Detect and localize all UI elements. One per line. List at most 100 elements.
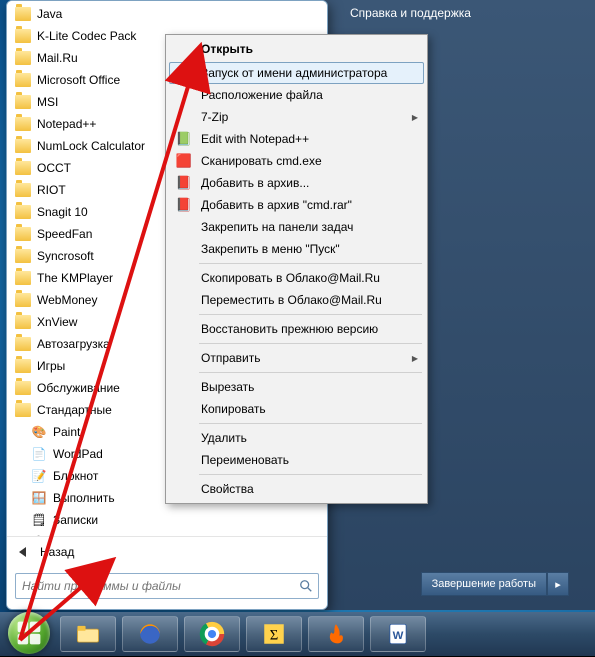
program-label: Java bbox=[37, 7, 62, 21]
shutdown-button[interactable]: Завершение работы bbox=[421, 572, 547, 596]
context-menu-label: Запуск от имени администратора bbox=[201, 66, 387, 80]
context-menu-title: Открыть bbox=[169, 38, 424, 62]
context-menu-icon: 📕 bbox=[175, 196, 193, 214]
program-label: Notepad++ bbox=[37, 117, 96, 131]
program-label: Автозагрузка bbox=[37, 337, 110, 351]
context-menu-separator bbox=[199, 263, 422, 264]
search-box[interactable] bbox=[15, 573, 319, 599]
app-icon: 🗒 bbox=[31, 512, 47, 528]
back-arrow-icon bbox=[19, 547, 26, 557]
search-icon bbox=[294, 579, 318, 593]
program-label: Записки bbox=[53, 513, 98, 527]
folder-icon bbox=[15, 293, 31, 307]
context-menu-item[interactable]: Расположение файла bbox=[169, 84, 424, 106]
shutdown-options-button[interactable]: ▸ bbox=[547, 572, 569, 596]
context-menu-item[interactable]: 7-Zip bbox=[169, 106, 424, 128]
folder-icon bbox=[15, 403, 31, 417]
help-link[interactable]: Справка и поддержка bbox=[350, 6, 471, 20]
context-menu-label: Расположение файла bbox=[201, 88, 323, 102]
folder-icon bbox=[15, 95, 31, 109]
context-menu-label: Сканировать cmd.exe bbox=[201, 154, 322, 168]
folder-icon bbox=[15, 315, 31, 329]
context-menu-label: Отправить bbox=[201, 351, 261, 365]
svg-text:Σ: Σ bbox=[270, 628, 279, 644]
context-menu-separator bbox=[199, 423, 422, 424]
context-menu-icon: 📕 bbox=[175, 174, 193, 192]
context-menu-item[interactable]: Переименовать bbox=[169, 449, 424, 471]
folder-icon bbox=[15, 7, 31, 21]
context-menu-label: Добавить в архив... bbox=[201, 176, 309, 190]
context-menu-item[interactable]: Копировать bbox=[169, 398, 424, 420]
taskbar-app-flame[interactable] bbox=[308, 616, 364, 652]
program-label: K-Lite Codec Pack bbox=[37, 29, 136, 43]
taskbar[interactable]: Σ W bbox=[0, 612, 595, 656]
context-menu-item[interactable]: 🟥Сканировать cmd.exe bbox=[169, 150, 424, 172]
context-menu-icon: 📗 bbox=[175, 130, 193, 148]
context-menu-label: Копировать bbox=[201, 402, 266, 416]
program-label: Блокнот bbox=[53, 469, 98, 483]
context-menu-item[interactable]: Восстановить прежнюю версию bbox=[169, 318, 424, 340]
context-menu-icon: 🛡 bbox=[176, 64, 194, 82]
context-menu-item[interactable]: 📕 Добавить в архив... bbox=[169, 172, 424, 194]
program-label: Paint bbox=[53, 425, 80, 439]
program-label: WebMoney bbox=[37, 293, 97, 307]
taskbar-app-firefox[interactable] bbox=[122, 616, 178, 652]
folder-icon bbox=[15, 139, 31, 153]
back-label: Назад bbox=[40, 545, 74, 559]
context-menu-separator bbox=[199, 372, 422, 373]
folder-icon bbox=[15, 249, 31, 263]
context-menu-item[interactable]: Удалить bbox=[169, 427, 424, 449]
context-menu-separator bbox=[199, 474, 422, 475]
context-menu-item[interactable]: Закрепить в меню "Пуск" bbox=[169, 238, 424, 260]
folder-icon bbox=[15, 337, 31, 351]
back-button[interactable]: Назад bbox=[7, 536, 327, 567]
context-menu-label: Добавить в архив "cmd.rar" bbox=[201, 198, 352, 212]
context-menu-separator bbox=[199, 314, 422, 315]
folder-icon bbox=[15, 51, 31, 65]
program-label: XnView bbox=[37, 315, 77, 329]
taskbar-app-chrome[interactable] bbox=[184, 616, 240, 652]
context-menu-item[interactable]: Свойства bbox=[169, 478, 424, 500]
search-input[interactable] bbox=[16, 575, 294, 597]
context-menu-item[interactable]: Отправить bbox=[169, 347, 424, 369]
context-menu-label: Вырезать bbox=[201, 380, 254, 394]
app-icon: 📄 bbox=[31, 446, 47, 462]
context-menu-label: Закрепить в меню "Пуск" bbox=[201, 242, 340, 256]
start-orb[interactable] bbox=[8, 612, 50, 654]
folder-icon bbox=[15, 381, 31, 395]
folder-icon bbox=[15, 359, 31, 373]
program-item[interactable]: Java bbox=[11, 3, 323, 25]
program-label: Microsoft Office bbox=[37, 73, 120, 87]
taskbar-app-explorer[interactable] bbox=[60, 616, 116, 652]
program-label: OCCT bbox=[37, 161, 71, 175]
taskbar-app-word[interactable]: W bbox=[370, 616, 426, 652]
program-label: Mail.Ru bbox=[37, 51, 78, 65]
folder-icon bbox=[15, 161, 31, 175]
context-menu-label: Edit with Notepad++ bbox=[201, 132, 309, 146]
context-menu-item[interactable]: Закрепить на панели задач bbox=[169, 216, 424, 238]
context-menu-item[interactable]: 📕 Добавить в архив "cmd.rar" bbox=[169, 194, 424, 216]
svg-text:W: W bbox=[393, 630, 404, 642]
context-menu-item[interactable]: 🛡 Запуск от имени администратора bbox=[169, 62, 424, 84]
context-menu-item[interactable]: Скопировать в Облако@Mail.Ru bbox=[169, 267, 424, 289]
program-label: The KMPlayer bbox=[37, 271, 113, 285]
taskbar-app-sigma[interactable]: Σ bbox=[246, 616, 302, 652]
context-menu-item[interactable]: Вырезать bbox=[169, 376, 424, 398]
program-label: Обслуживание bbox=[37, 381, 120, 395]
program-label: RIOT bbox=[37, 183, 66, 197]
app-icon: 📝 bbox=[31, 468, 47, 484]
context-menu-item[interactable]: Переместить в Облако@Mail.Ru bbox=[169, 289, 424, 311]
context-menu-separator bbox=[199, 343, 422, 344]
folder-icon bbox=[15, 183, 31, 197]
context-menu-label: Восстановить прежнюю версию bbox=[201, 322, 378, 336]
context-menu-label: Переместить в Облако@Mail.Ru bbox=[201, 293, 382, 307]
folder-icon bbox=[15, 205, 31, 219]
folder-icon bbox=[15, 29, 31, 43]
program-label: Игры bbox=[37, 359, 65, 373]
app-icon: 🎨 bbox=[31, 424, 47, 440]
shutdown-group: Завершение работы ▸ bbox=[421, 572, 569, 596]
program-label: Syncrosoft bbox=[37, 249, 94, 263]
context-menu-item[interactable]: 📗 Edit with Notepad++ bbox=[169, 128, 424, 150]
search-row bbox=[7, 567, 327, 609]
program-item[interactable]: 🗒 Записки bbox=[11, 509, 323, 531]
